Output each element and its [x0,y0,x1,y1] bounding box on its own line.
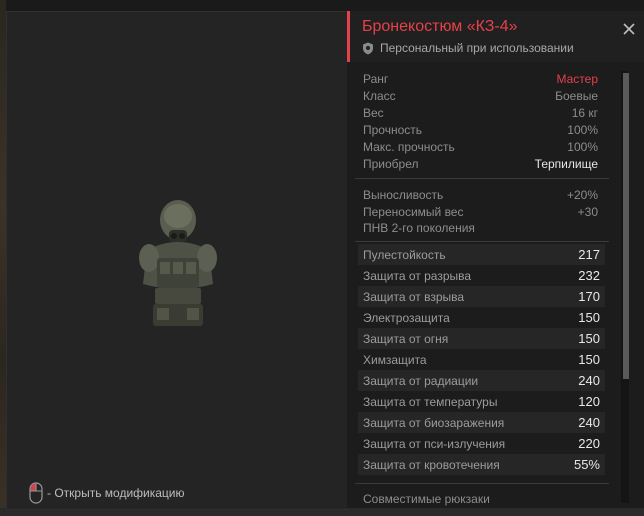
stat-row-radiation-protection: Защита от радиации 240 [358,370,605,391]
stat-label: Защита от кровотечения [363,457,500,472]
mouse-icon [29,482,43,504]
bonus-label: Выносливость [363,187,444,202]
item-viewer[interactable]: - Открыть модификацию [6,11,348,510]
stat-label: Пулестойкость [363,247,446,262]
stat-value: 55% [573,457,600,472]
stat-value: 240 [578,415,600,430]
item-header: Бронекостюм «КЗ-4» Персональный при испо… [347,11,644,62]
info-row-class: Класс Боевые [363,87,598,104]
bonus-row-night-vision: ПНВ 2-го поколения [363,219,598,236]
stat-value: 150 [578,331,600,346]
stat-value: 120 [578,394,600,409]
stat-row-bullet-resistance: Пулестойкость 217 [358,244,605,265]
stat-label: Защита от биозаражения [363,415,505,430]
close-icon[interactable] [622,22,636,36]
stat-row-fire-protection: Защита от огня 150 [358,328,605,349]
bonus-value: +20% [566,187,598,202]
stat-label: Защита от взрыва [363,289,465,304]
stat-row-explosion-protection: Защита от взрыва 170 [358,286,605,307]
stat-label: Защита от пси-излучения [363,436,506,451]
bonus-row-stamina: Выносливость +20% [363,186,598,203]
info-row-durability: Прочность 100% [363,121,598,138]
info-label: Прочность [363,122,423,137]
stat-row-psi-protection: Защита от пси-излучения 220 [358,433,605,454]
open-modification-hint: - Открыть модификацию [29,482,185,504]
stat-label: Защита от температуры [363,394,498,409]
open-modification-label: - Открыть модификацию [47,486,185,500]
stat-value: 232 [578,268,600,283]
stat-value: 150 [578,310,600,325]
info-value: Терпилище [534,156,598,171]
stat-value: 220 [578,436,600,451]
compatible-backpacks-label[interactable]: Совместимые рюкзаки [363,492,490,506]
stat-label: Химзащита [363,352,427,367]
bonus-value: +30 [577,204,598,219]
stat-value: 150 [578,352,600,367]
stat-label: Электрозащита [363,310,450,325]
info-label: Ранг [363,71,389,86]
stat-row-temperature-protection: Защита от температуры 120 [358,391,605,412]
info-value: 100% [567,122,598,137]
stat-row-electro-protection: Электрозащита 150 [358,307,605,328]
stat-label: Защита от радиации [363,373,479,388]
info-row-weight: Вес 16 кг [363,104,598,121]
info-row-max-durability: Макс. прочность 100% [363,138,598,155]
info-value: 100% [567,139,598,154]
info-value: Боевые [555,88,598,103]
info-row-acquired-by: Приобрел Терпилище [363,155,598,172]
bonus-label: Переносимый вес [363,204,464,219]
bonus-row-carry-weight: Переносимый вес +30 [363,203,598,220]
info-row-rank: Ранг Мастер [363,70,598,87]
stat-value: 217 [578,247,600,262]
info-label: Приобрел [363,156,419,171]
item-subtitle: Персональный при использовании [380,41,574,55]
shield-icon [363,42,373,54]
divider [355,483,609,484]
item-title: Бронекостюм «КЗ-4» [362,18,518,35]
stat-row-rupture-protection: Защита от разрыва 232 [358,265,605,286]
divider [355,178,609,179]
info-value: Мастер [556,71,598,86]
bonus-label: ПНВ 2-го поколения [363,220,475,235]
info-value: 16 кг [571,105,598,120]
item-binding-status: Персональный при использовании [362,41,574,55]
stat-label: Защита от огня [363,331,449,346]
stat-row-bio-protection: Защита от биозаражения 240 [358,412,605,433]
divider [355,241,609,242]
scrollbar-thumb[interactable] [623,73,629,379]
stat-row-bleeding-protection: Защита от кровотечения 55% [358,454,605,475]
item-info-panel: Бронекостюм «КЗ-4» Персональный при испо… [347,11,644,508]
stat-label: Защита от разрыва [363,268,472,283]
stat-row-chemical-protection: Химзащита 150 [358,349,605,370]
info-label: Класс [363,88,396,103]
info-label: Макс. прочность [363,139,455,154]
stat-value: 170 [578,289,600,304]
armor-model-image [139,200,217,326]
stat-value: 240 [578,373,600,388]
info-label: Вес [363,105,384,120]
